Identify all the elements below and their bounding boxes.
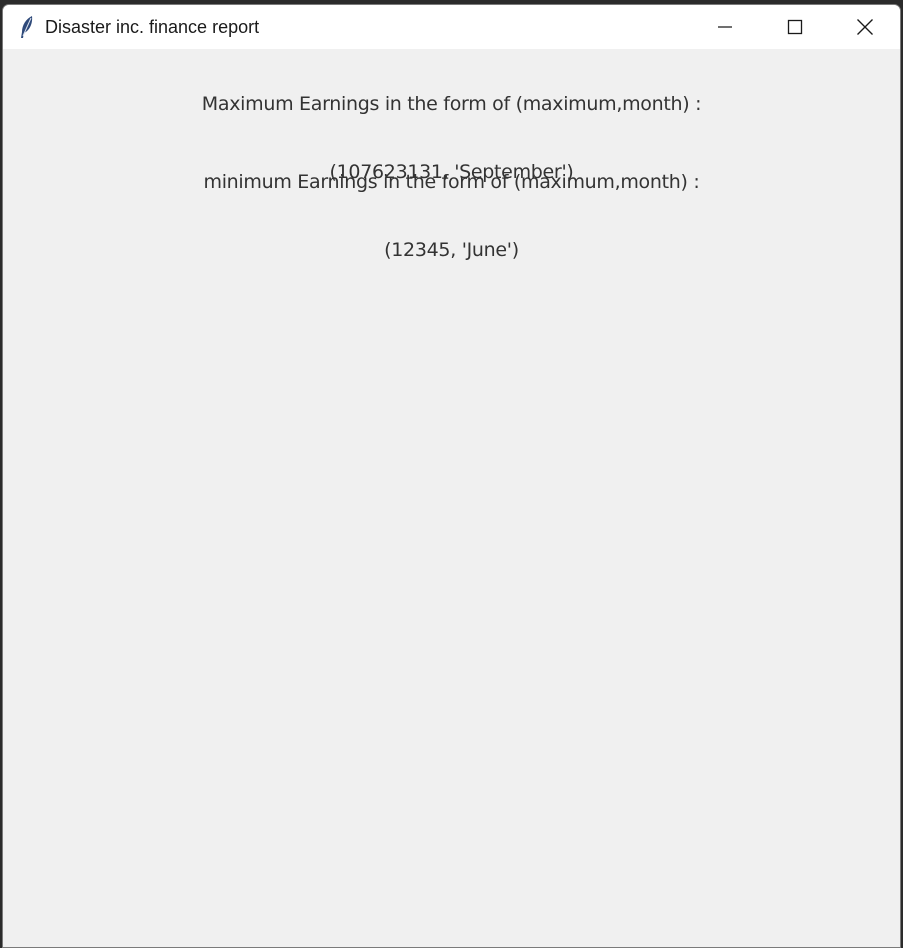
feather-icon xyxy=(18,14,36,40)
close-button[interactable] xyxy=(830,5,900,49)
report-content: Maximum Earnings in the form of (maximum… xyxy=(3,49,900,947)
minimize-icon xyxy=(718,26,732,28)
close-icon xyxy=(857,19,873,35)
min-earnings-heading: minimum Earnings in the form of (maximum… xyxy=(203,171,700,193)
maximize-icon xyxy=(787,19,803,35)
window-controls xyxy=(690,5,900,49)
min-earnings-label: minimum Earnings in the form of (maximum… xyxy=(3,131,900,301)
max-earnings-heading: Maximum Earnings in the form of (maximum… xyxy=(201,93,702,115)
maximize-button[interactable] xyxy=(760,5,830,49)
title-bar[interactable]: Disaster inc. finance report xyxy=(3,5,900,49)
app-window: Disaster inc. finance report Maximum Ear… xyxy=(2,4,901,948)
minimize-button[interactable] xyxy=(690,5,760,49)
min-earnings-value: (12345, 'June') xyxy=(384,239,519,261)
window-title: Disaster inc. finance report xyxy=(45,16,260,37)
